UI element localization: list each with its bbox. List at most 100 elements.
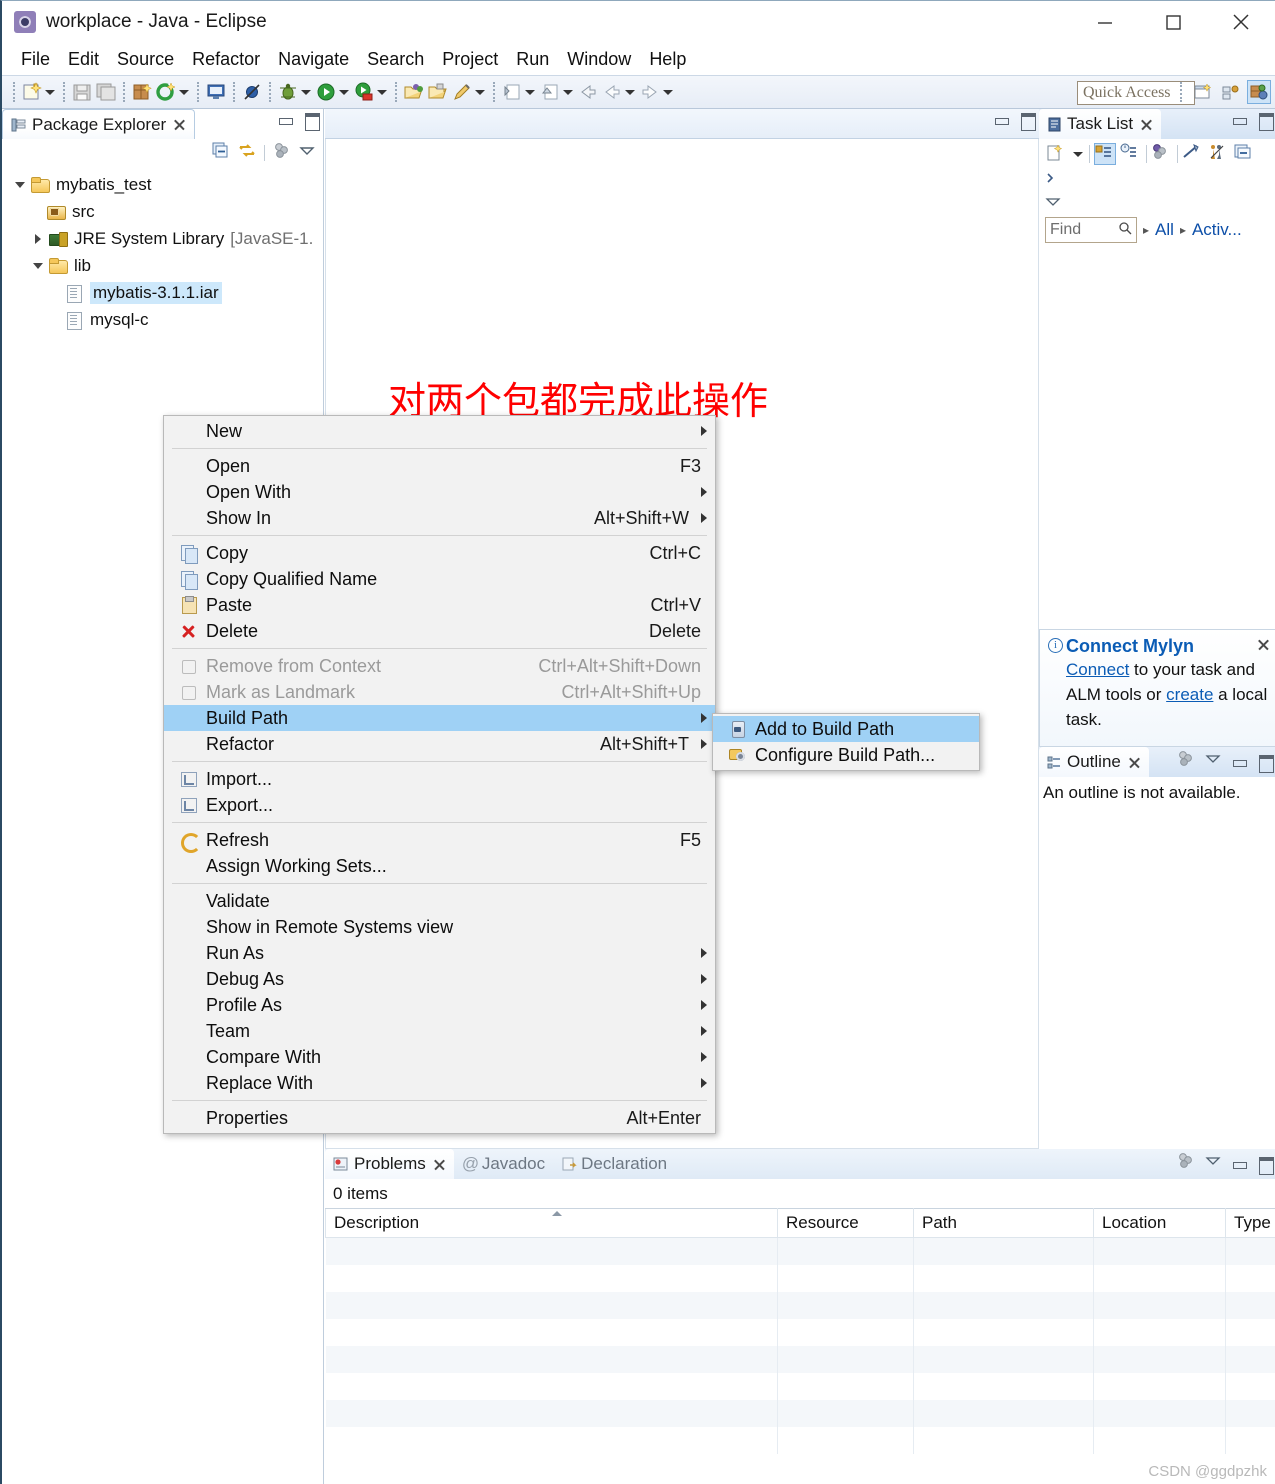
maximize-button[interactable] xyxy=(1139,1,1207,43)
maximize-view-icon[interactable] xyxy=(1019,112,1036,131)
tree-item-jre-system-library[interactable]: JRE System Library [JavaSE-1. xyxy=(2,225,323,252)
column-resource[interactable]: Resource xyxy=(777,1208,914,1238)
maximize-view-icon[interactable] xyxy=(1257,754,1274,773)
debug-dropdown-icon[interactable] xyxy=(299,81,313,103)
next-annotation-button[interactable] xyxy=(501,81,537,103)
debug-button[interactable] xyxy=(277,81,313,103)
run-dropdown-icon[interactable] xyxy=(337,81,351,103)
filter-all-link[interactable]: All xyxy=(1155,220,1174,240)
menu-project[interactable]: Project xyxy=(433,47,507,72)
tab-javadoc[interactable]: @ Javadoc xyxy=(454,1149,553,1179)
next-dropdown-icon[interactable] xyxy=(523,81,537,103)
column-type[interactable]: Type xyxy=(1225,1208,1275,1238)
coverage-dropdown-icon[interactable] xyxy=(375,81,389,103)
maximize-view-icon[interactable] xyxy=(1257,112,1274,131)
build-dropdown-icon[interactable] xyxy=(177,81,191,103)
tree-item-mybatis-jar[interactable]: mybatis-3.1.1.iar xyxy=(2,279,323,306)
menu-item-team[interactable]: Team xyxy=(164,1018,715,1044)
back-dropdown-icon[interactable] xyxy=(623,81,637,103)
menu-edit[interactable]: Edit xyxy=(59,47,108,72)
minimize-view-icon[interactable] xyxy=(1231,754,1247,770)
table-row[interactable] xyxy=(325,1264,1275,1292)
menu-item-validate[interactable]: Validate xyxy=(164,888,715,914)
link-with-editor-icon[interactable] xyxy=(1208,143,1230,165)
back-button[interactable] xyxy=(577,81,599,103)
close-icon[interactable] xyxy=(1128,756,1141,769)
close-icon[interactable] xyxy=(1140,118,1153,131)
menu-item-show-in[interactable]: Show In Alt+Shift+W xyxy=(164,505,715,531)
tab-task-list[interactable]: Task List xyxy=(1039,109,1162,139)
chevron-down-icon[interactable] xyxy=(30,258,46,274)
open-perspective-button[interactable] xyxy=(1191,80,1215,104)
back-history-button[interactable] xyxy=(601,81,637,103)
minimize-view-icon[interactable] xyxy=(277,112,293,128)
menu-item-show-in-remote-systems-view[interactable]: Show in Remote Systems view xyxy=(164,914,715,940)
menu-window[interactable]: Window xyxy=(558,47,640,72)
column-location[interactable]: Location xyxy=(1093,1208,1226,1238)
open-task-button[interactable] xyxy=(427,81,449,103)
java-ee-perspective-button[interactable] xyxy=(1219,80,1243,104)
menu-source[interactable]: Source xyxy=(108,47,183,72)
close-icon[interactable] xyxy=(433,1158,446,1171)
link-with-editor-icon[interactable] xyxy=(238,142,256,165)
table-row[interactable] xyxy=(325,1291,1275,1319)
view-menu-icon[interactable] xyxy=(1045,195,1275,213)
filter-active-link[interactable]: Activ... xyxy=(1192,220,1242,240)
menu-item-build-path[interactable]: Build Path xyxy=(164,705,715,731)
menu-item-debug-as[interactable]: Debug As xyxy=(164,966,715,992)
console-button[interactable] xyxy=(205,81,227,103)
tree-item-src[interactable]: src xyxy=(2,198,323,225)
search-input[interactable]: Find xyxy=(1045,217,1137,243)
submenu-item-configure-build-path[interactable]: Configure Build Path... xyxy=(713,742,979,768)
menu-item-delete[interactable]: Delete Delete xyxy=(164,618,715,644)
maximize-view-icon[interactable] xyxy=(303,112,320,131)
java-perspective-button[interactable] xyxy=(1247,80,1271,104)
close-icon[interactable] xyxy=(173,118,186,131)
menu-item-copy-qualified-name[interactable]: Copy Qualified Name xyxy=(164,566,715,592)
menu-refactor[interactable]: Refactor xyxy=(183,47,269,72)
maximize-view-icon[interactable] xyxy=(1257,1156,1274,1175)
new-java-package-button[interactable] xyxy=(131,81,153,103)
submenu-item-add-to-build-path[interactable]: Add to Build Path xyxy=(713,716,979,742)
menu-item-assign-working-sets[interactable]: Assign Working Sets... xyxy=(164,853,715,879)
edit-pencil-button[interactable] xyxy=(451,81,487,103)
tree-item-lib[interactable]: lib xyxy=(2,252,323,279)
minimize-view-icon[interactable] xyxy=(993,112,1009,128)
pencil-dropdown-icon[interactable] xyxy=(473,81,487,103)
collapse-all-icon[interactable] xyxy=(212,142,230,165)
table-row[interactable] xyxy=(325,1237,1275,1265)
forward-button[interactable] xyxy=(639,81,675,103)
menu-item-replace-with[interactable]: Replace With xyxy=(164,1070,715,1096)
tree-item-mybatis-test[interactable]: mybatis_test xyxy=(2,171,323,198)
minimize-view-icon[interactable] xyxy=(1231,112,1247,128)
minimize-view-icon[interactable] xyxy=(1231,1156,1247,1172)
menu-item-properties[interactable]: Properties Alt+Enter xyxy=(164,1105,715,1131)
search-icon[interactable] xyxy=(1118,221,1132,240)
previous-annotation-button[interactable] xyxy=(539,81,575,103)
chevron-down-icon[interactable] xyxy=(12,177,28,193)
new-task-dropdown-icon[interactable] xyxy=(1071,143,1085,165)
view-menu-filters-icon[interactable] xyxy=(273,142,291,165)
view-menu-icon[interactable] xyxy=(299,143,315,164)
menu-navigate[interactable]: Navigate xyxy=(269,47,358,72)
mylyn-connect-link[interactable]: Connect xyxy=(1066,660,1129,679)
scheduled-mode-icon[interactable] xyxy=(1120,143,1142,165)
coverage-button[interactable] xyxy=(353,81,389,103)
tree-item-mysql-jar[interactable]: mysql-c xyxy=(2,306,323,333)
close-icon[interactable] xyxy=(1257,638,1270,651)
menu-search[interactable]: Search xyxy=(358,47,433,72)
previous-dropdown-icon[interactable] xyxy=(561,81,575,103)
forward-dropdown-icon[interactable] xyxy=(661,81,675,103)
menu-item-copy[interactable]: Copy Ctrl+C xyxy=(164,540,715,566)
view-menu-icon[interactable] xyxy=(1205,752,1221,771)
table-row[interactable] xyxy=(325,1399,1275,1427)
menu-file[interactable]: File xyxy=(12,47,59,72)
table-row[interactable] xyxy=(325,1372,1275,1400)
menu-item-refactor[interactable]: Refactor Alt+Shift+T xyxy=(164,731,715,757)
table-row[interactable] xyxy=(325,1318,1275,1346)
tab-problems[interactable]: Problems xyxy=(325,1149,454,1179)
save-button[interactable] xyxy=(71,81,93,103)
new-wizard-button[interactable] xyxy=(21,81,57,103)
collapse-all-icon[interactable] xyxy=(1234,143,1256,165)
menu-item-open[interactable]: Open F3 xyxy=(164,453,715,479)
